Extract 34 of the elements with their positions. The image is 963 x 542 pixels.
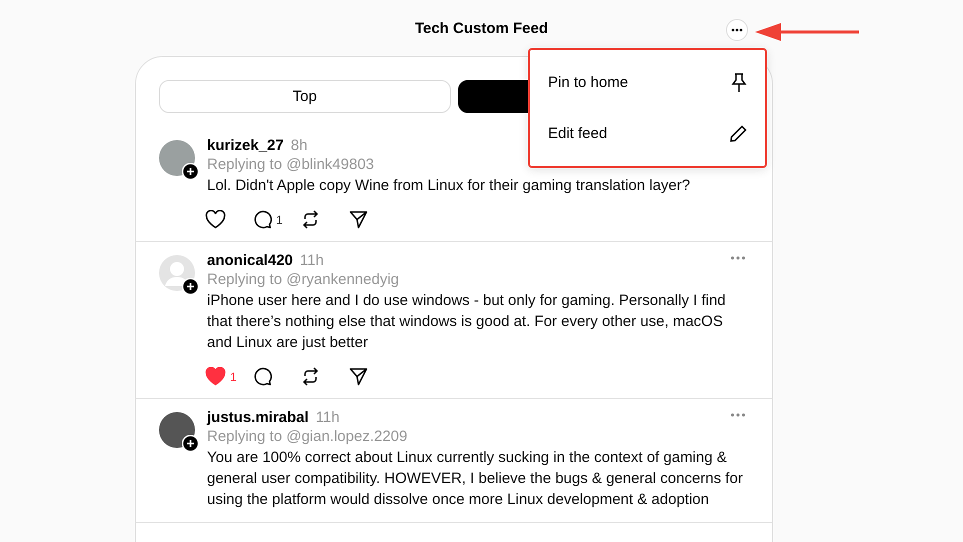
post-text: Lol. Didn't Apple copy Wine from Linux for their gaming translation layer? [207,176,692,196]
feed-tab[interactable]: Top [159,80,450,113]
speech-bubble-icon[interactable] [253,367,272,386]
username[interactable]: anonical420 [207,252,293,269]
like-count: 1 [230,370,237,384]
speech-bubble-icon[interactable] [253,210,272,229]
pin-icon [731,72,747,92]
feed-title: Tech Custom Feed [414,20,548,36]
more-icon[interactable] [730,412,746,418]
follow-plus-icon[interactable] [182,278,199,295]
username[interactable]: kurizek_27 [207,137,284,154]
send-icon[interactable] [349,367,368,386]
replying-to: Replying to @blink49803 [207,156,375,173]
post-time: 11h [316,409,340,426]
more-icon[interactable] [730,255,746,261]
follow-plus-icon[interactable] [182,435,199,452]
more-button[interactable] [726,19,748,41]
post-text: You are 100% correct about Linux currently sucking in the context of gaming & general user compatibility. HOWEVER, I believe the bugs & general concerns for using the platform would dissolve once more Linux development & adoption [207,448,744,510]
follow-plus-icon[interactable] [182,163,199,180]
pencil-icon [730,125,747,142]
post-time: 11h [300,252,324,269]
menu-item[interactable]: Pin to home [530,57,765,108]
repost-icon[interactable] [301,210,320,229]
menu-item[interactable]: Edit feed [530,108,765,159]
replying-to: Replying to @ryankennedyig [207,271,400,288]
repost-icon[interactable] [301,367,320,386]
send-icon[interactable] [349,210,368,229]
heart-icon[interactable] [205,210,226,229]
replying-to: Replying to @gian.lopez.2209 [207,428,408,445]
more-icon [731,28,743,32]
post-time: 8h [290,137,308,154]
username[interactable]: justus.mirabal [207,409,309,426]
post-text: iPhone user here and I do use windows - but only for gaming. Personally I find that there’s nothing else that windows is good at. For every other use, macOS and Linux are just better [207,291,727,353]
reply-count: 1 [276,212,283,226]
